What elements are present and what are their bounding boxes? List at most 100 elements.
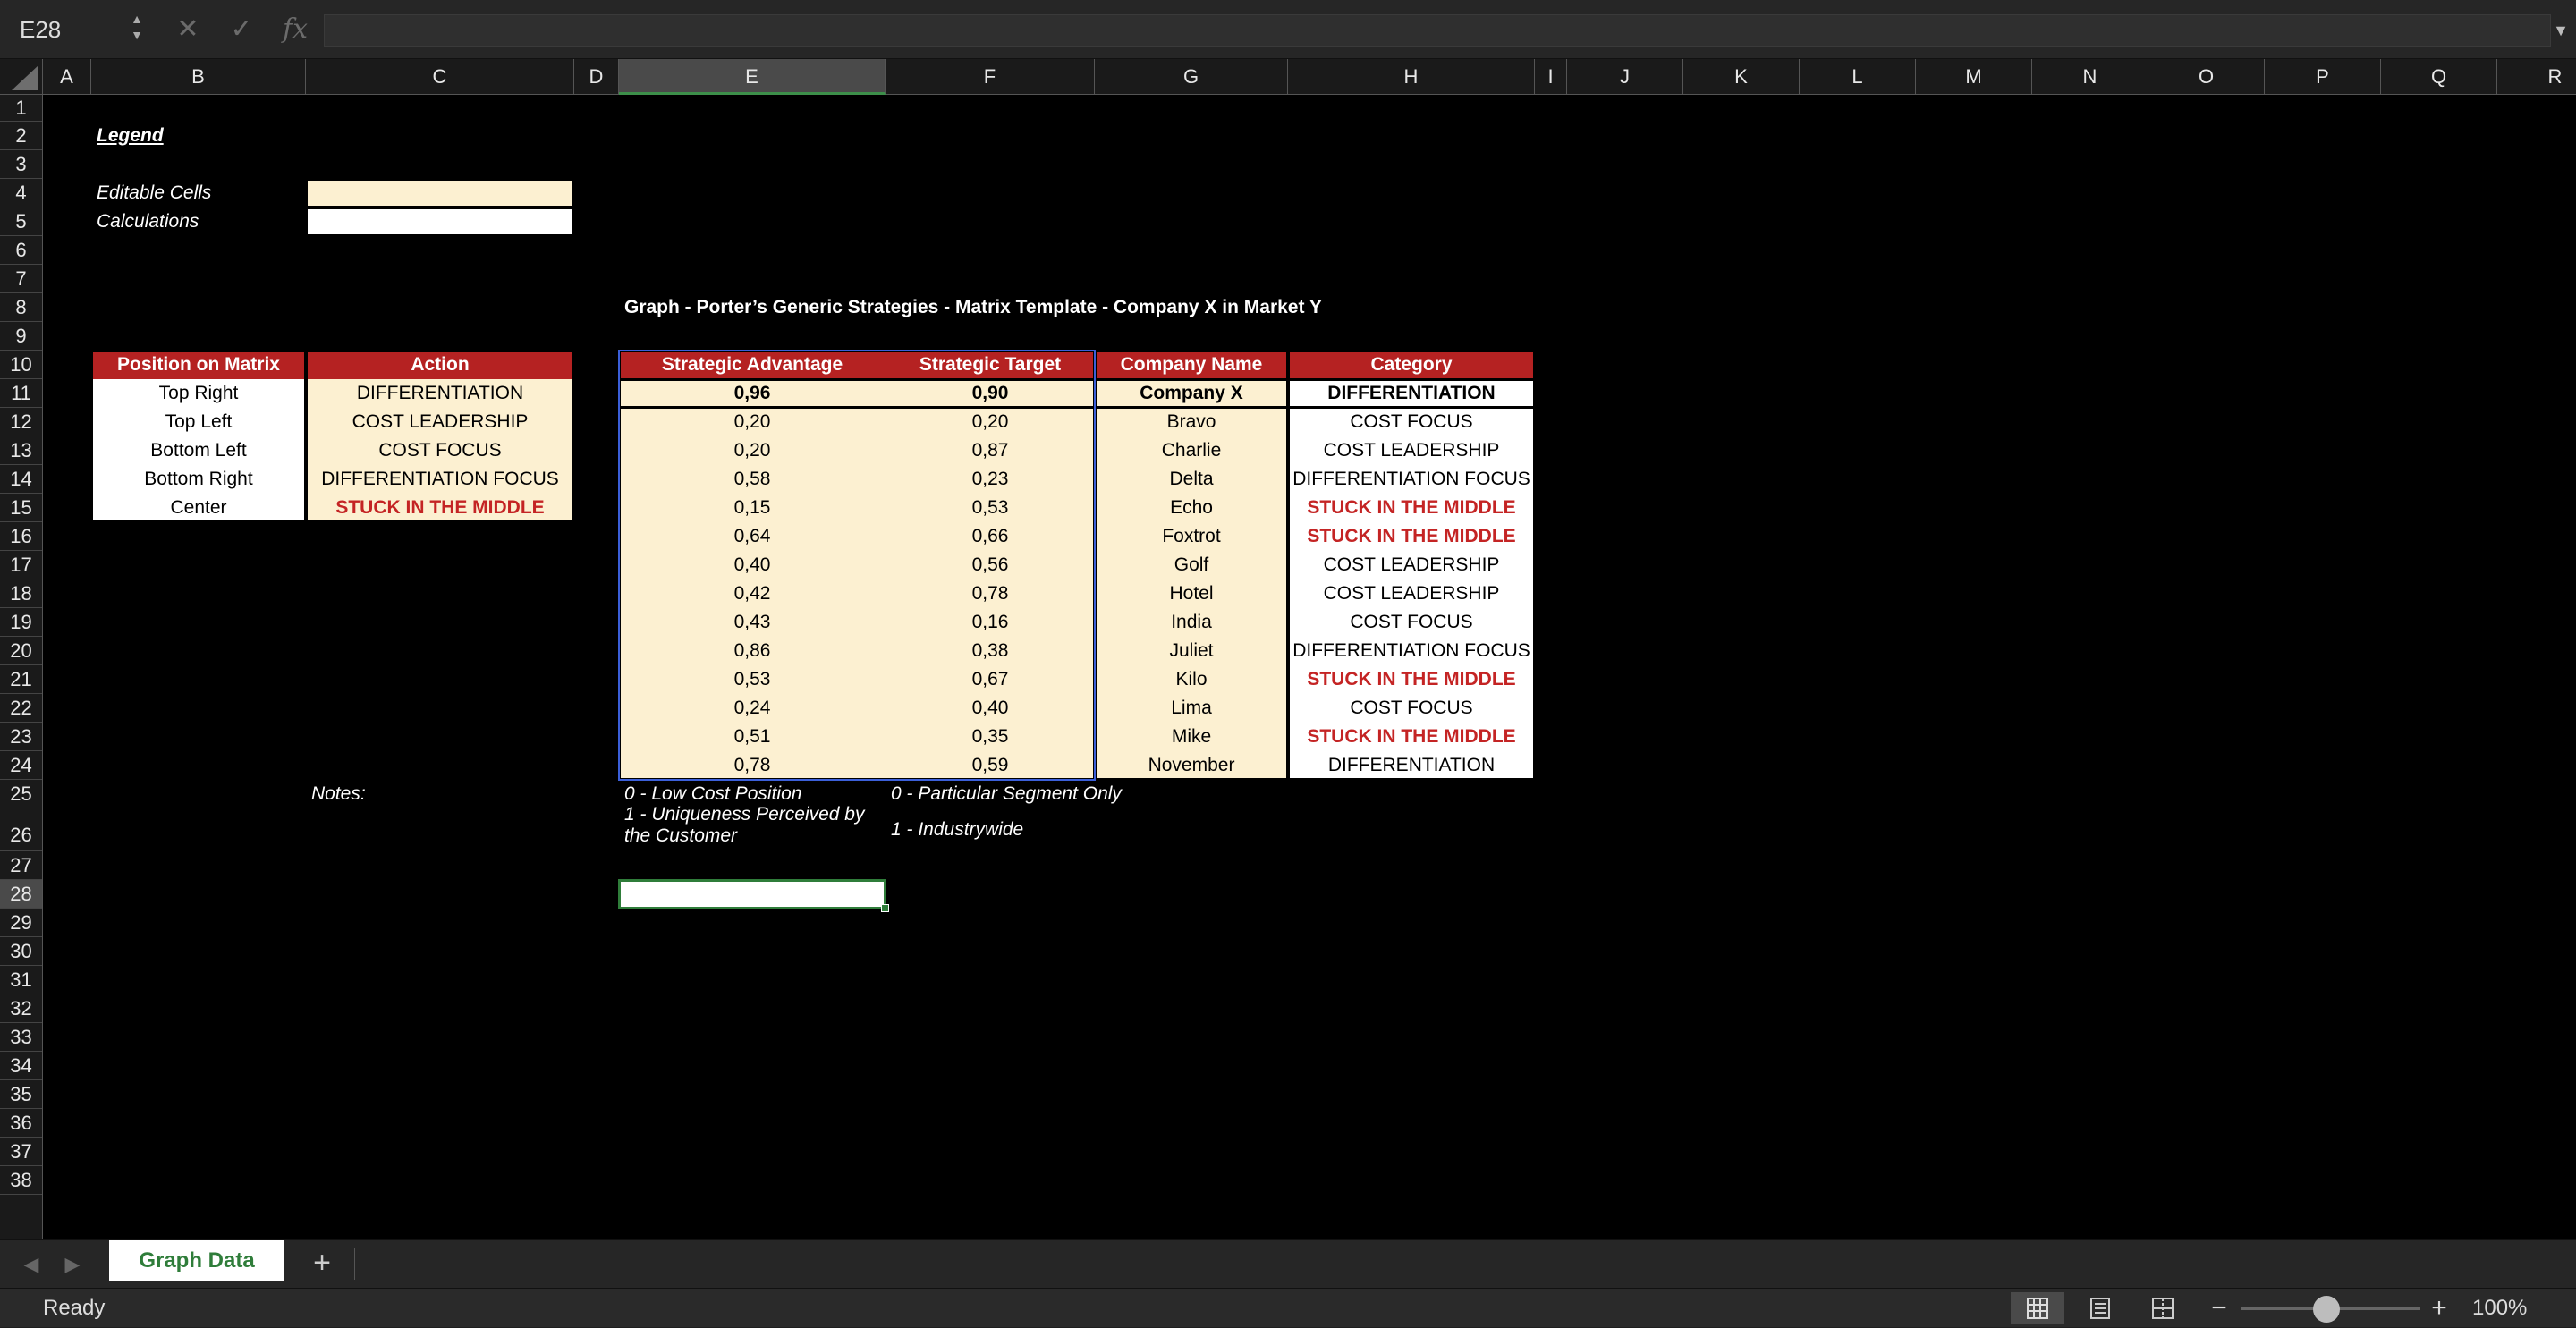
notes-label[interactable]: Notes: [306,780,574,808]
page-layout-view-icon[interactable] [2073,1292,2127,1324]
column-header-q[interactable]: Q [2381,59,2497,95]
row-header-12[interactable]: 12 [0,408,42,436]
row-header-31[interactable]: 31 [0,966,42,994]
row-header-4[interactable]: 4 [0,179,42,207]
target-cell[interactable]: 0,23 [886,465,1095,494]
fill-handle[interactable] [881,904,889,912]
row-header-3[interactable]: 3 [0,150,42,179]
matrix-action-cell[interactable]: DIFFERENTIATION [306,379,574,408]
category-cell[interactable]: COST FOCUS [1288,694,1535,723]
matrix-position-cell[interactable]: Top Right [91,379,306,408]
company-cell[interactable]: November [1095,751,1288,780]
column-header-e[interactable]: E [619,59,886,95]
category-cell[interactable]: DIFFERENTIATION [1288,751,1535,780]
row-header-13[interactable]: 13 [0,436,42,465]
row-header-22[interactable]: 22 [0,694,42,723]
target-cell[interactable]: 0,59 [886,751,1095,780]
company-cell[interactable]: Charlie [1095,436,1288,465]
row-header-36[interactable]: 36 [0,1109,42,1138]
row-header-10[interactable]: 10 [0,351,42,379]
matrix-position-cell[interactable]: Top Left [91,408,306,436]
target-cell[interactable]: 0,90 [886,379,1095,408]
advantage-cell[interactable]: 0,78 [619,751,886,780]
company-cell[interactable]: Echo [1095,494,1288,522]
expand-formula-icon[interactable]: ▼ [2549,14,2572,47]
column-header-c[interactable]: C [306,59,574,95]
row-header-2[interactable]: 2 [0,122,42,150]
normal-view-icon[interactable] [2011,1292,2064,1324]
row-header-18[interactable]: 18 [0,579,42,608]
column-header-k[interactable]: K [1683,59,1800,95]
column-header-o[interactable]: O [2148,59,2265,95]
row-header-20[interactable]: 20 [0,637,42,665]
column-header-d[interactable]: D [574,59,619,95]
legend-editable-swatch[interactable] [306,179,574,207]
row-header-21[interactable]: 21 [0,665,42,694]
matrix-action-cell[interactable]: STUCK IN THE MIDDLE [306,494,574,522]
matrix-position-cell[interactable]: Bottom Right [91,465,306,494]
data-header-company[interactable]: Company Name [1095,351,1288,379]
category-cell[interactable]: COST LEADERSHIP [1288,436,1535,465]
category-cell[interactable]: COST FOCUS [1288,408,1535,436]
enter-icon[interactable]: ✓ [224,13,259,47]
category-cell[interactable]: DIFFERENTIATION [1288,379,1535,408]
data-header-advantage[interactable]: Strategic Advantage [619,351,886,379]
row-header-29[interactable]: 29 [0,909,42,937]
advantage-cell[interactable]: 0,53 [619,665,886,694]
note-advantage-high[interactable]: 1 - Uniqueness Perceived by the Customer [619,799,886,851]
column-header-h[interactable]: H [1288,59,1535,95]
matrix-action-cell[interactable]: COST FOCUS [306,436,574,465]
company-cell[interactable]: Foxtrot [1095,522,1288,551]
row-header-6[interactable]: 6 [0,236,42,265]
target-cell[interactable]: 0,38 [886,637,1095,665]
advantage-cell[interactable]: 0,40 [619,551,886,579]
advantage-cell[interactable]: 0,42 [619,579,886,608]
zoom-out-button[interactable]: − [2206,1289,2233,1328]
row-header-24[interactable]: 24 [0,751,42,780]
category-cell[interactable]: STUCK IN THE MIDDLE [1288,723,1535,751]
matrix-action-cell[interactable]: DIFFERENTIATION FOCUS [306,465,574,494]
company-cell[interactable]: Company X [1095,379,1288,408]
row-header-34[interactable]: 34 [0,1052,42,1080]
company-cell[interactable]: Mike [1095,723,1288,751]
row-header-1[interactable]: 1 [0,95,42,122]
row-header-25[interactable]: 25 [0,780,42,808]
row-header-23[interactable]: 23 [0,723,42,751]
advantage-cell[interactable]: 0,43 [619,608,886,637]
company-cell[interactable]: Delta [1095,465,1288,494]
prev-sheet-icon[interactable]: ◀ [18,1251,45,1278]
cancel-icon[interactable]: ✕ [170,13,206,47]
row-header-28[interactable]: 28 [0,880,42,909]
zoom-level[interactable]: 100% [2472,1289,2527,1328]
legend-editable-label[interactable]: Editable Cells [91,179,306,207]
zoom-in-button[interactable]: + [2426,1289,2453,1328]
selected-cell[interactable] [618,879,889,912]
category-cell[interactable]: STUCK IN THE MIDDLE [1288,665,1535,694]
function-icon[interactable]: fx [277,13,313,47]
company-cell[interactable]: Juliet [1095,637,1288,665]
matrix-action-cell[interactable]: COST LEADERSHIP [306,408,574,436]
sheet-tab-graph-data[interactable]: Graph Data [109,1240,284,1281]
target-cell[interactable]: 0,56 [886,551,1095,579]
company-cell[interactable]: Bravo [1095,408,1288,436]
formula-input[interactable] [324,14,2551,47]
column-header-b[interactable]: B [91,59,306,95]
name-box-stepper-icon[interactable]: ▲ ▼ [127,11,147,48]
row-header-27[interactable]: 27 [0,851,42,880]
row-header-32[interactable]: 32 [0,994,42,1023]
row-header-30[interactable]: 30 [0,937,42,966]
advantage-cell[interactable]: 0,15 [619,494,886,522]
select-all-button[interactable] [0,59,43,95]
add-sheet-button[interactable]: + [304,1248,340,1278]
worksheet[interactable]: ABCDEFGHIJKLMNOPQR 1 2 3 4 5 6 7 8 9 10 11 12 13 14 15… [0,59,2576,1239]
zoom-slider-thumb[interactable] [2313,1296,2340,1323]
matrix-position-cell[interactable]: Bottom Left [91,436,306,465]
row-header-5[interactable]: 5 [0,207,42,236]
category-cell[interactable]: STUCK IN THE MIDDLE [1288,522,1535,551]
target-cell[interactable]: 0,53 [886,494,1095,522]
row-header-26[interactable]: 26 [0,808,42,851]
advantage-cell[interactable]: 0,20 [619,436,886,465]
category-cell[interactable]: COST LEADERSHIP [1288,551,1535,579]
row-header-9[interactable]: 9 [0,322,42,351]
company-cell[interactable]: India [1095,608,1288,637]
